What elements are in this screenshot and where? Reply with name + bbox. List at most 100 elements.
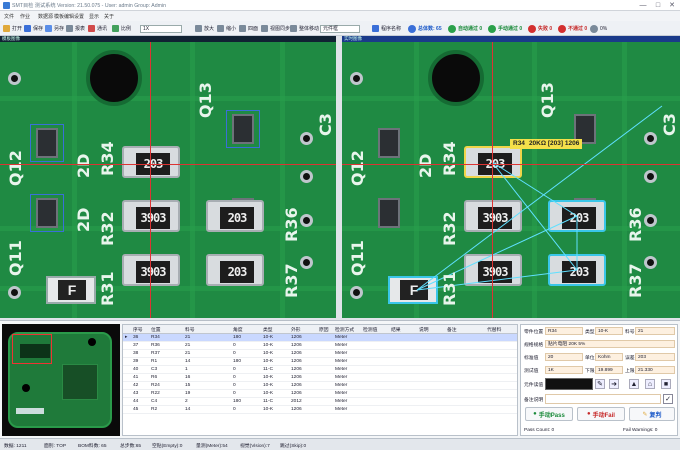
home-icon[interactable]: ⌂: [645, 379, 655, 389]
table-cell: 11-C: [263, 399, 274, 404]
crosshair-horizontal: [342, 164, 680, 165]
open-button[interactable]: 打开: [3, 24, 22, 33]
four-view-button[interactable]: 四面: [239, 24, 258, 33]
resistor-r37[interactable]: 203: [206, 254, 264, 286]
zoom-select[interactable]: 1X: [140, 24, 182, 33]
low-limit-field[interactable]: 19.899: [595, 366, 623, 374]
zoom-in-button[interactable]: 放大: [195, 24, 214, 33]
silk-label: Q13: [538, 82, 557, 118]
comm-icon: [88, 25, 95, 32]
auto-icon: [448, 24, 456, 33]
close-button[interactable]: ✕: [665, 1, 679, 10]
manual-icon: [488, 24, 496, 33]
maximize-button[interactable]: □: [651, 1, 665, 10]
table-cell: 1206: [291, 367, 302, 372]
recheck-button[interactable]: ✎ 复判: [629, 407, 675, 421]
edit-icon[interactable]: ✎: [595, 379, 605, 389]
silk-label: Q11: [6, 240, 25, 276]
status-bom: BOM料数: 65: [78, 444, 107, 449]
table-row[interactable]: 41 R6 16 0 10-K 1206 Meter: [123, 374, 517, 382]
reading-display: [545, 378, 593, 390]
table-cell: 37: [133, 343, 139, 348]
arrow-right-icon[interactable]: ➜: [609, 379, 619, 389]
table-cell: 180: [233, 399, 242, 404]
table-row[interactable]: 43 R22 19 0 10-K 1206 Meter: [123, 390, 517, 398]
table-cell: 41: [133, 375, 139, 380]
table-row[interactable]: 42 R24 15 0 10-K 1206 Meter: [123, 382, 517, 390]
resistor-r32[interactable]: 3903: [122, 200, 180, 232]
template-pane-header: 模板图像: [0, 36, 336, 42]
fuse-component[interactable]: F: [46, 276, 96, 304]
pass-count: Pass Count: 0: [524, 428, 555, 433]
via-pad: [8, 286, 21, 299]
template-image-pane[interactable]: 203 3903 203 3903 203 F Q12 2D R34 Q13 C…: [0, 36, 336, 318]
table-cell: Meter: [335, 383, 348, 388]
resistor-r36[interactable]: 203: [206, 200, 264, 232]
board-thumbnail[interactable]: [2, 324, 120, 436]
table-cell: 42: [133, 383, 139, 388]
high-limit-field[interactable]: 21.330: [635, 366, 675, 374]
table-row[interactable]: 45 R2 14 0 10-K 1206 Meter: [123, 406, 517, 414]
type-field[interactable]: 10-K: [595, 327, 623, 335]
spec-field[interactable]: 贴片电阻 20K 5%: [545, 340, 675, 348]
table-cell: 21: [185, 343, 191, 348]
menu-view[interactable]: 显示: [89, 13, 99, 20]
table-cell: 10-K: [263, 335, 274, 340]
program-button[interactable]: 程序名称: [372, 24, 401, 33]
report-button[interactable]: 报表: [66, 24, 85, 33]
resistor-r34[interactable]: 203: [122, 146, 180, 178]
minimize-button[interactable]: —: [636, 1, 650, 10]
silk-label: R31: [440, 271, 459, 306]
zoom-out-button[interactable]: 缩小: [217, 24, 236, 33]
table-row[interactable]: 44 C4 2 180 11-C 2012 Meter: [123, 398, 517, 406]
note-check-icon[interactable]: ✓: [663, 394, 673, 404]
save-button[interactable]: 保存: [24, 24, 43, 33]
resistor-r31[interactable]: 3903: [122, 254, 180, 286]
menu-datasource[interactable]: 数据源: [38, 13, 53, 20]
table-cell: R34: [151, 335, 160, 340]
table-cell: 2012: [291, 399, 302, 404]
table-row[interactable]: 38 R37 21 0 10-K 1206 Meter: [123, 350, 517, 358]
move-all-button[interactable]: 整体移动: [290, 24, 319, 33]
silk-label: R32: [440, 211, 459, 246]
nominal-field[interactable]: 20: [545, 353, 583, 361]
table-cell: R22: [151, 391, 160, 396]
table-row[interactable]: 37 R36 21 0 10-K 1206 Meter: [123, 342, 517, 350]
live-image-pane[interactable]: 203 3903 203 3903 203 F Q12 2D R34 Q13 C…: [342, 36, 680, 318]
menu-job[interactable]: 作业: [20, 13, 30, 20]
manual-pass-button[interactable]: ● 手动Pass: [525, 407, 573, 421]
table-cell: 39: [133, 359, 139, 364]
display-mode-select[interactable]: 元件框: [320, 24, 360, 33]
silk-label: R34: [98, 141, 117, 176]
position-field[interactable]: R34: [545, 327, 583, 335]
table-cell: 10-K: [263, 383, 274, 388]
total-icon: [408, 24, 416, 33]
menu-template[interactable]: 模板编辑: [54, 13, 74, 20]
component-box: [30, 194, 64, 232]
manual-fail-button[interactable]: ● 手动Fail: [577, 407, 625, 421]
measure-field[interactable]: 1K: [545, 366, 583, 374]
table-cell: Meter: [335, 391, 348, 396]
stop-icon[interactable]: ■: [661, 379, 671, 389]
menu-settings[interactable]: 设置: [74, 13, 84, 20]
part-number-field[interactable]: 21: [635, 327, 675, 335]
fail-btn-icon: ●: [587, 411, 591, 417]
save-as-button[interactable]: 另存: [45, 24, 64, 33]
tolerance-field[interactable]: 203: [635, 353, 675, 361]
menu-file[interactable]: 文件: [4, 13, 14, 20]
silk-label: R34: [440, 141, 459, 176]
folder-icon: [3, 25, 10, 32]
table-cell: 16: [185, 375, 191, 380]
table-row[interactable]: 40 C3 1 0 11-C 1206 Meter: [123, 366, 517, 374]
comm-button[interactable]: 通讯: [88, 24, 107, 33]
arrow-up-icon[interactable]: ▲: [629, 379, 639, 389]
menu-about[interactable]: 关于: [104, 13, 114, 20]
table-cell: 1: [185, 367, 188, 372]
table-row[interactable]: 39 R1 14 180 10-K 1206 Meter: [123, 358, 517, 366]
note-field[interactable]: [545, 394, 661, 404]
table-row[interactable]: ▸ 36 R34 21 180 10-K 1206 Meter: [123, 334, 517, 342]
unit-field[interactable]: Kohm: [595, 353, 623, 361]
sync-view-button[interactable]: 视图同步: [261, 24, 290, 33]
table-cell: 40: [133, 367, 139, 372]
table-cell: 10-K: [263, 375, 274, 380]
